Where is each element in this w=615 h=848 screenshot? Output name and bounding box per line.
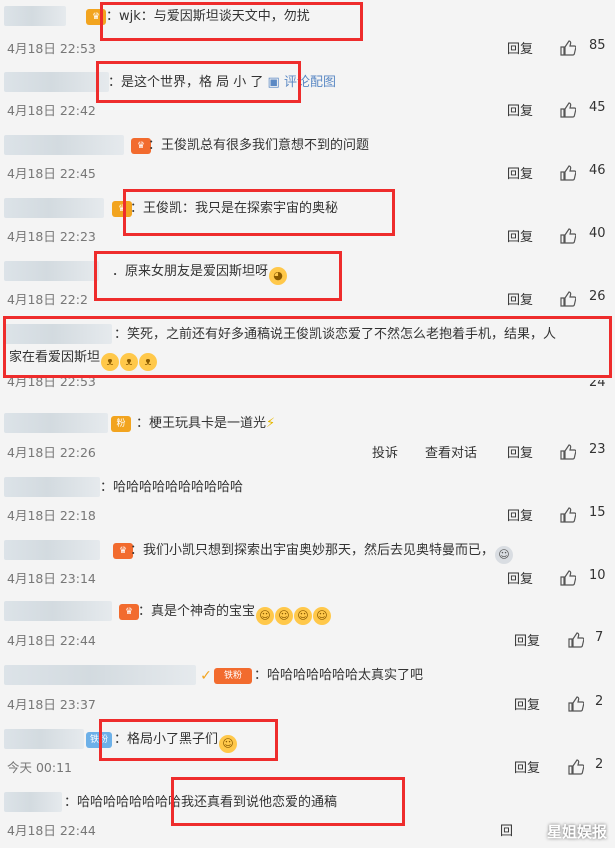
username-blurred[interactable] (4, 413, 108, 433)
reply-button[interactable]: 回复 (507, 442, 533, 461)
comment-item: 粉 ：梗王玩具卡是一道光⚡ 4月18日 22:26 投诉 查看对话 回复 23 (0, 413, 615, 469)
comment-text: ：哈哈哈哈哈哈哈太真实了吧 (254, 668, 424, 683)
reply-button[interactable]: 回复 (507, 568, 533, 587)
check-badge-icon: ✓ (200, 668, 212, 684)
astronaut-emoji-icon: ☺ (495, 546, 514, 564)
comment-time: 4月18日 23:37 (7, 697, 96, 712)
like-icon[interactable] (560, 165, 576, 181)
comment-time: 4月18日 22:44 (7, 633, 96, 648)
iron-fan-badge-icon: 铁粉 (214, 668, 252, 684)
fan-badge-icon: ♛ (119, 604, 139, 620)
like-count: 40 (589, 226, 606, 241)
username-blurred[interactable] (4, 477, 100, 497)
comment-item: ♛ ：真是个神奇的宝宝 ☺ ☺ ☺ ☺ 4月18日 22:44 回复 7 (0, 601, 615, 657)
like-icon[interactable] (560, 570, 576, 586)
comment-time: 4月18日 22:42 (7, 103, 96, 118)
comment-item: ♛ ：我们小凯只想到探索出宇宙奥妙那天，然后去见奥特曼而已， ☺ 4月18日 23… (0, 540, 615, 596)
comment-text-main: ：我们小凯只想到探索出宇宙奥妙那天，然后去见奥特曼而已， (130, 543, 495, 558)
username-blurred[interactable] (4, 601, 112, 621)
like-count: 2 (595, 694, 604, 709)
reply-button[interactable]: 回复 (507, 226, 533, 245)
comment-text: ：我们小凯只想到探索出宇宙奥妙那天，然后去见奥特曼而已， ☺ (130, 540, 514, 564)
highlight-box (94, 251, 342, 301)
username-blurred[interactable] (4, 665, 196, 685)
watermark: 星姐娱报 (546, 823, 607, 841)
comment-item: ✓ 铁粉 ：哈哈哈哈哈哈哈太真实了吧 4月18日 23:37 回复 2 (0, 665, 615, 721)
like-count: 2 (595, 757, 604, 772)
like-icon[interactable] (568, 696, 584, 712)
view-dialog-button[interactable]: 查看对话 (425, 442, 477, 461)
comment-time: 4月18日 22:2 (7, 292, 88, 307)
laugh-cry-emoji-icon: ☺ (275, 607, 294, 625)
username-blurred[interactable] (4, 261, 99, 281)
comment-time: 4月18日 22:45 (7, 166, 96, 181)
like-count: 10 (589, 568, 606, 583)
like-count: 23 (589, 442, 606, 457)
comment-time: 今天 00:11 (7, 760, 72, 775)
comment-text: ：真是个神奇的宝宝 ☺ ☺ ☺ ☺ (138, 601, 332, 625)
report-button[interactable]: 投诉 (372, 442, 398, 461)
comment-text: ：王俊凯总有很多我们意想不到的问题 (148, 138, 370, 153)
comment-text: ：哈哈哈哈哈哈哈哈哈哈 (100, 480, 244, 495)
username-blurred[interactable] (4, 72, 109, 92)
username-blurred[interactable] (4, 729, 84, 749)
lightning-emoji-icon: ⚡ (266, 416, 276, 431)
reply-button[interactable]: 回复 (514, 694, 540, 713)
like-icon[interactable] (560, 444, 576, 460)
like-count: 24 (589, 380, 606, 390)
reply-button[interactable]: 回复 (507, 289, 533, 308)
comment-time: 4月18日 22:53 (7, 378, 96, 389)
reply-button[interactable]: 回复 (507, 505, 533, 524)
comment-item: ：哈哈哈哈哈哈哈哈哈哈 4月18日 22:18 回复 15 (0, 477, 615, 533)
comment-item: ♛ ：王俊凯总有很多我们意想不到的问题 4月18日 22:45 回复 46 (0, 135, 615, 191)
like-icon[interactable] (560, 40, 576, 56)
comment-text: ：梗王玩具卡是一道光⚡ (136, 413, 275, 435)
like-count: 7 (595, 630, 604, 645)
comment-time: 4月18日 23:14 (7, 571, 96, 586)
reply-button[interactable]: 回复 (507, 100, 533, 119)
like-count: 45 (589, 100, 606, 115)
like-count: 26 (589, 289, 606, 304)
username-blurred[interactable] (4, 135, 124, 155)
reply-button[interactable]: 回复 (507, 38, 533, 57)
highlight-box (3, 316, 612, 378)
comment-time: 4月18日 22:18 (7, 508, 96, 523)
like-count: 15 (589, 505, 606, 520)
comment-time: 4月18日 22:44 (7, 823, 96, 838)
username-blurred[interactable] (4, 6, 66, 26)
username-blurred[interactable] (4, 792, 62, 812)
highlight-box (171, 777, 405, 826)
laugh-cry-emoji-icon: ☺ (256, 607, 275, 625)
comment-time: 4月18日 22:23 (7, 229, 96, 244)
highlight-box (99, 719, 278, 761)
fan-badge-icon: 粉 (111, 416, 131, 432)
like-count: 46 (589, 163, 606, 178)
comment-item: ：是这个世界，格 局 小 了 ▣ 评论配图 4月18日 22:42 回复 45 (0, 72, 615, 128)
username-blurred[interactable] (4, 198, 104, 218)
reply-button[interactable]: 回复 (514, 757, 540, 776)
highlight-box (100, 2, 363, 41)
laugh-cry-emoji-icon: ☺ (313, 607, 332, 625)
comment-time: 4月18日 22:53 (7, 41, 96, 56)
like-icon[interactable] (560, 291, 576, 307)
like-icon[interactable] (568, 759, 584, 775)
like-count: 85 (589, 38, 606, 53)
comment-text-main: ：梗王玩具卡是一道光 (136, 416, 267, 431)
highlight-box (123, 189, 395, 236)
username-blurred[interactable] (4, 540, 100, 560)
like-icon[interactable] (568, 632, 584, 648)
like-icon[interactable] (560, 507, 576, 523)
like-icon[interactable] (560, 102, 576, 118)
comment-text-main: ：真是个神奇的宝宝 (138, 604, 256, 619)
comment-time: 4月18日 22:26 (7, 445, 96, 460)
reply-button[interactable]: 回复 (514, 630, 540, 649)
like-icon[interactable] (560, 228, 576, 244)
laugh-cry-emoji-icon: ☺ (294, 607, 313, 625)
highlight-box (96, 61, 301, 103)
reply-button[interactable]: 回 (500, 820, 513, 839)
reply-button[interactable]: 回复 (507, 163, 533, 182)
